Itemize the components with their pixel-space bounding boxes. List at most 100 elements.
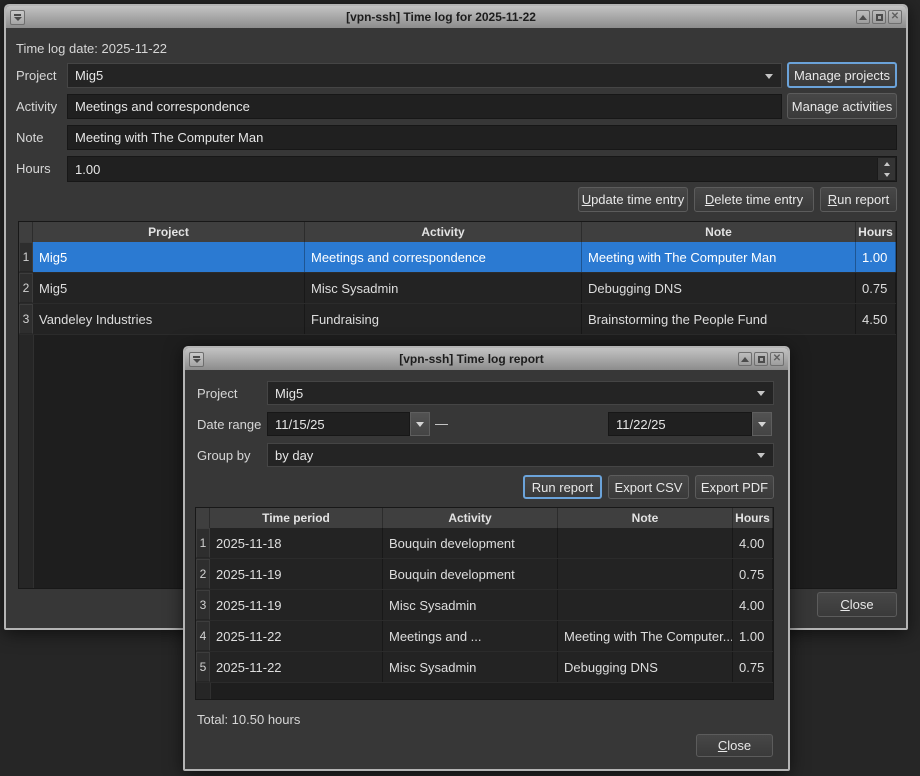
update-label: Update time entry — [582, 192, 685, 207]
report-row[interactable]: 1 2025-11-18 Bouquin development 4.00 — [196, 528, 773, 559]
cell-activity: Bouquin development — [383, 559, 558, 589]
note-input[interactable]: Meeting with The Computer Man — [67, 125, 897, 150]
row-number: 2 — [196, 559, 210, 589]
project-label: Project — [16, 68, 56, 83]
date-from-dropdown-button[interactable] — [410, 412, 430, 436]
group-by-combobox[interactable]: by day — [267, 443, 774, 467]
row-number: 1 — [196, 528, 210, 558]
manage-activities-button[interactable]: Manage activities — [787, 93, 897, 119]
maximize-button[interactable] — [754, 352, 768, 366]
report-row[interactable]: 5 2025-11-22 Misc Sysadmin Debugging DNS… — [196, 652, 773, 683]
table-row[interactable]: 2 Mig5 Misc Sysadmin Debugging DNS 0.75 — [19, 273, 896, 304]
delete-time-entry-button[interactable]: Delete time entry — [694, 187, 814, 212]
export-pdf-button[interactable]: Export PDF — [695, 475, 774, 499]
row-number: 3 — [196, 590, 210, 620]
delete-label: Delete time entry — [705, 192, 803, 207]
main-titlebar[interactable]: [vpn-ssh] Time log for 2025-11-22 ✕ — [6, 6, 906, 28]
report-project-combobox[interactable]: Mig5 — [267, 381, 774, 405]
report-close-label: Close — [718, 738, 751, 753]
table-header-row: Project Activity Note Hours — [19, 222, 896, 242]
report-window: [vpn-ssh] Time log report ✕ Project Mig5… — [183, 346, 790, 771]
cell-project: Mig5 — [33, 273, 305, 303]
group-by-label: Group by — [197, 448, 250, 463]
shade-button[interactable] — [856, 10, 870, 24]
desktop: [vpn-ssh] Time log for 2025-11-22 ✕ Time… — [0, 0, 920, 776]
header-note[interactable]: Note — [582, 222, 856, 242]
report-project-value: Mig5 — [275, 386, 303, 401]
report-project-label: Project — [197, 386, 237, 401]
project-combobox[interactable]: Mig5 — [67, 63, 782, 88]
row-number: 5 — [196, 652, 210, 682]
cell-period: 2025-11-22 — [210, 652, 383, 682]
cell-note — [558, 528, 733, 558]
spin-down-button[interactable] — [878, 169, 895, 180]
header-project[interactable]: Project — [33, 222, 305, 242]
window-menu-icon[interactable] — [189, 352, 204, 367]
header-activity[interactable]: Activity — [305, 222, 582, 242]
main-close-button[interactable]: Close — [817, 592, 897, 617]
header-note[interactable]: Note — [558, 508, 733, 528]
note-label: Note — [16, 130, 43, 145]
date-to-dropdown-button[interactable] — [752, 412, 772, 436]
spin-up-button[interactable] — [878, 158, 895, 169]
window-menu-bar — [193, 356, 200, 358]
shade-icon — [859, 15, 867, 20]
report-titlebar[interactable]: [vpn-ssh] Time log report ✕ — [185, 348, 788, 370]
header-blank — [19, 222, 33, 242]
report-table: Time period Activity Note Hours 1 2025-1… — [195, 507, 774, 700]
cell-note: Meeting with The Computer Man — [582, 242, 856, 272]
date-from-input[interactable]: 11/15/25 — [267, 412, 410, 436]
date-to-input[interactable]: 11/22/25 — [608, 412, 752, 436]
report-run-report-button[interactable]: Run report — [523, 475, 602, 499]
activity-input[interactable]: Meetings and correspondence — [67, 94, 782, 119]
close-window-button[interactable]: ✕ — [770, 352, 784, 366]
maximize-icon — [758, 356, 765, 363]
manage-projects-button[interactable]: Manage projects — [787, 62, 897, 88]
header-time-period[interactable]: Time period — [210, 508, 383, 528]
export-csv-label: Export CSV — [615, 480, 683, 495]
run-report-button[interactable]: Run report — [820, 187, 897, 212]
date-to-picker[interactable]: 11/22/25 — [608, 412, 772, 436]
table-row[interactable]: 3 Vandeley Industries Fundraising Brains… — [19, 304, 896, 335]
header-hours[interactable]: Hours — [733, 508, 773, 528]
report-close-button[interactable]: Close — [696, 734, 773, 757]
maximize-icon — [876, 14, 883, 21]
cell-period: 2025-11-18 — [210, 528, 383, 558]
export-csv-button[interactable]: Export CSV — [608, 475, 689, 499]
window-menu-triangle — [14, 17, 22, 21]
hours-spinbox[interactable]: 1.00 — [67, 156, 897, 182]
report-row[interactable]: 4 2025-11-22 Meetings and ... Meeting wi… — [196, 621, 773, 652]
report-row[interactable]: 2 2025-11-19 Bouquin development 0.75 — [196, 559, 773, 590]
shade-button[interactable] — [738, 352, 752, 366]
chevron-down-icon — [757, 453, 765, 458]
header-hours[interactable]: Hours — [856, 222, 896, 242]
report-window-title: [vpn-ssh] Time log report — [225, 352, 718, 366]
report-row[interactable]: 3 2025-11-19 Misc Sysadmin 4.00 — [196, 590, 773, 621]
header-activity[interactable]: Activity — [383, 508, 558, 528]
close-icon: ✕ — [773, 354, 781, 364]
note-value: Meeting with The Computer Man — [75, 130, 263, 145]
window-menu-icon[interactable] — [10, 10, 25, 25]
cell-hours: 4.50 — [856, 304, 896, 334]
chevron-down-icon — [758, 422, 766, 427]
close-window-button[interactable]: ✕ — [888, 10, 902, 24]
cell-period: 2025-11-19 — [210, 559, 383, 589]
cell-period: 2025-11-22 — [210, 621, 383, 651]
cell-project: Vandeley Industries — [33, 304, 305, 334]
table-row[interactable]: 1 Mig5 Meetings and correspondence Meeti… — [19, 242, 896, 273]
cell-hours: 0.75 — [856, 273, 896, 303]
cell-hours: 0.75 — [733, 559, 773, 589]
date-to-value: 11/22/25 — [616, 417, 666, 432]
date-from-picker[interactable]: 11/15/25 — [267, 412, 430, 436]
maximize-button[interactable] — [872, 10, 886, 24]
row-number: 4 — [196, 621, 210, 651]
project-value: Mig5 — [75, 68, 103, 83]
update-time-entry-button[interactable]: Update time entry — [578, 187, 688, 212]
date-range-label: Date range — [197, 417, 261, 432]
cell-project: Mig5 — [33, 242, 305, 272]
date-range-separator: — — [435, 416, 448, 431]
activity-label: Activity — [16, 99, 57, 114]
window-menu-triangle — [193, 359, 201, 363]
row-number: 1 — [19, 242, 33, 272]
spinner-buttons — [877, 158, 895, 180]
